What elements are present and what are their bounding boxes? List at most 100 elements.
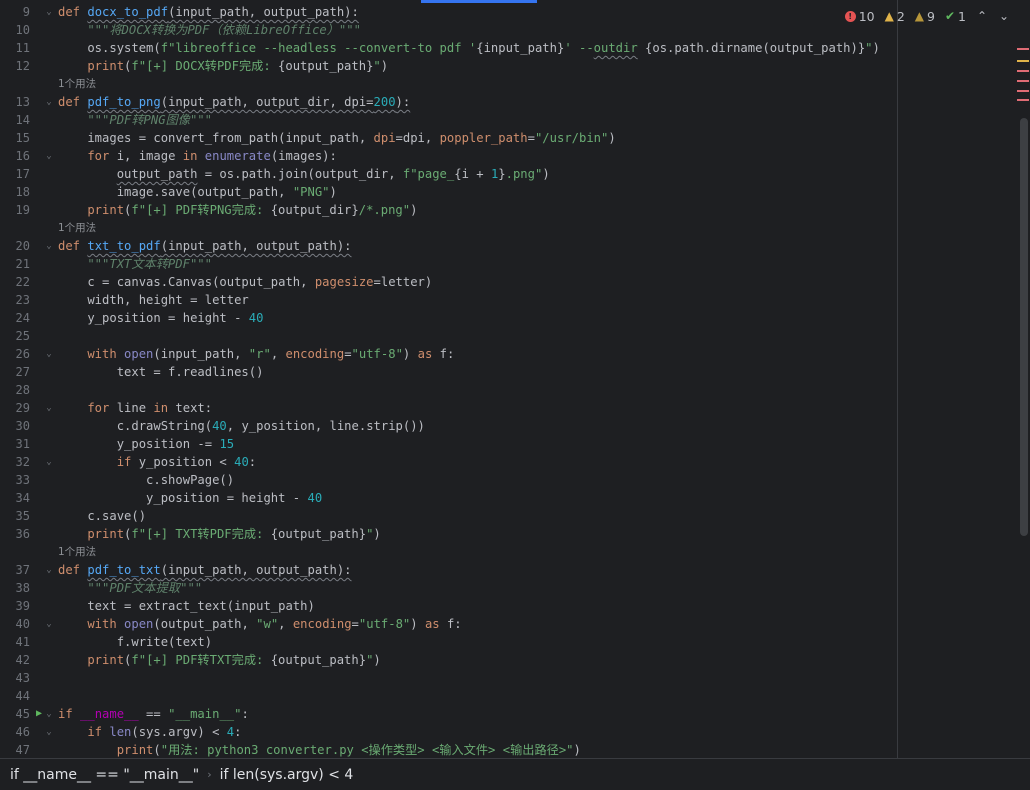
line-number[interactable]: 18 bbox=[0, 183, 30, 201]
line-number[interactable]: 43 bbox=[0, 669, 30, 687]
fold-chevron-icon[interactable]: ⌄ bbox=[44, 615, 54, 633]
code-line[interactable]: def txt_to_pdf(input_path, output_path): bbox=[58, 237, 352, 255]
line-number[interactable]: 36 bbox=[0, 525, 30, 543]
line-number[interactable]: 44 bbox=[0, 687, 30, 705]
usage-hint[interactable]: 1个用法 bbox=[58, 75, 96, 93]
line-number[interactable]: 28 bbox=[0, 381, 30, 399]
code-line[interactable]: y_position = height - 40 bbox=[58, 489, 322, 507]
line-number[interactable]: 20 bbox=[0, 237, 30, 255]
line-number[interactable]: 47 bbox=[0, 741, 30, 759]
error-marker[interactable] bbox=[1017, 80, 1029, 82]
line-number[interactable]: 40 bbox=[0, 615, 30, 633]
code-line[interactable]: """TXT文本转PDF""" bbox=[58, 255, 212, 273]
error-marker[interactable] bbox=[1017, 90, 1029, 92]
line-number[interactable]: 21 bbox=[0, 255, 30, 273]
code-line[interactable]: print(f"[+] PDF转TXT完成: {output_path}") bbox=[58, 651, 380, 669]
code-editor[interactable]: def docx_to_pdf(input_path, output_path)… bbox=[58, 0, 898, 758]
chevron-up-icon[interactable]: ⌃ bbox=[976, 9, 988, 23]
code-line[interactable]: print(f"[+] DOCX转PDF完成: {output_path}") bbox=[58, 57, 388, 75]
code-line[interactable]: width, height = letter bbox=[58, 291, 248, 309]
line-number[interactable]: 9 bbox=[0, 3, 30, 21]
breadcrumb-item[interactable]: if __name__ == "__main__" bbox=[10, 767, 199, 783]
code-line[interactable]: print(f"[+] TXT转PDF完成: {output_path}") bbox=[58, 525, 380, 543]
line-number[interactable]: 16 bbox=[0, 147, 30, 165]
line-number[interactable]: 25 bbox=[0, 327, 30, 345]
code-line[interactable]: output_path = os.path.join(output_dir, f… bbox=[58, 165, 550, 183]
code-line[interactable]: y_position -= 15 bbox=[58, 435, 234, 453]
line-number[interactable]: 35 bbox=[0, 507, 30, 525]
code-line[interactable]: y_position = height - 40 bbox=[58, 309, 263, 327]
fold-chevron-icon[interactable]: ⌄ bbox=[44, 147, 54, 165]
fold-chevron-icon[interactable]: ⌄ bbox=[44, 453, 54, 471]
fold-chevron-icon[interactable]: ⌄ bbox=[44, 237, 54, 255]
code-line[interactable]: c.showPage() bbox=[58, 471, 234, 489]
code-line[interactable]: with open(input_path, "r", encoding="utf… bbox=[58, 345, 454, 363]
line-number[interactable]: 26 bbox=[0, 345, 30, 363]
code-line[interactable]: def docx_to_pdf(input_path, output_path)… bbox=[58, 3, 359, 21]
inspection-widget[interactable]: ! 10 ▲ 2 ▲ 9 ✔ 1 ⌃ ⌄ bbox=[844, 7, 1010, 25]
warning-marker[interactable] bbox=[1017, 60, 1029, 62]
code-line[interactable]: for line in text: bbox=[58, 399, 212, 417]
line-number[interactable]: 29 bbox=[0, 399, 30, 417]
line-number-gutter[interactable]: 9 ⌄ 10 11 12 13 ⌄ 14 15 16 ⌄ 17 18 19 20 ⌄ 21 22 23 24 25 26 ⌄… bbox=[0, 0, 58, 758]
code-line[interactable]: def pdf_to_png(input_path, output_dir, d… bbox=[58, 93, 410, 111]
code-line[interactable]: if y_position < 40: bbox=[58, 453, 256, 471]
code-line[interactable]: print("用法: python3 converter.py <操作类型> <… bbox=[58, 741, 581, 758]
line-number[interactable]: 41 bbox=[0, 633, 30, 651]
code-line[interactable]: c = canvas.Canvas(output_path, pagesize=… bbox=[58, 273, 432, 291]
code-line[interactable]: if len(sys.argv) < 4: bbox=[58, 723, 241, 741]
code-line[interactable]: for i, image in enumerate(images): bbox=[58, 147, 337, 165]
breadcrumb-item[interactable]: if len(sys.argv) < 4 bbox=[220, 767, 354, 783]
errors-indicator[interactable]: ! 10 bbox=[844, 9, 875, 24]
line-number[interactable]: 45 bbox=[0, 705, 30, 723]
line-number[interactable]: 13 bbox=[0, 93, 30, 111]
line-number[interactable]: 24 bbox=[0, 309, 30, 327]
usage-hint[interactable]: 1个用法 bbox=[58, 219, 96, 237]
fold-chevron-icon[interactable]: ⌄ bbox=[44, 399, 54, 417]
line-number[interactable]: 38 bbox=[0, 579, 30, 597]
fold-chevron-icon[interactable]: ⌄ bbox=[44, 345, 54, 363]
code-line[interactable]: with open(output_path, "w", encoding="ut… bbox=[58, 615, 461, 633]
code-line[interactable]: os.system(f"libreoffice --headless --con… bbox=[58, 39, 880, 57]
code-line[interactable]: def pdf_to_txt(input_path, output_path): bbox=[58, 561, 352, 579]
code-line[interactable]: text = f.readlines() bbox=[58, 363, 264, 381]
code-line[interactable]: if __name__ == "__main__": bbox=[58, 705, 249, 723]
weak-warnings-indicator[interactable]: ▲ 9 bbox=[915, 9, 935, 24]
line-number[interactable]: 14 bbox=[0, 111, 30, 129]
line-number[interactable]: 27 bbox=[0, 363, 30, 381]
line-number[interactable]: 30 bbox=[0, 417, 30, 435]
code-line[interactable]: images = convert_from_path(input_path, d… bbox=[58, 129, 615, 147]
error-marker[interactable] bbox=[1017, 70, 1029, 72]
error-marker[interactable] bbox=[1017, 99, 1029, 101]
run-icon[interactable]: ▶ bbox=[36, 705, 46, 723]
line-number[interactable]: 17 bbox=[0, 165, 30, 183]
line-number[interactable]: 37 bbox=[0, 561, 30, 579]
code-line[interactable]: text = extract_text(input_path) bbox=[58, 597, 314, 615]
warnings-indicator[interactable]: ▲ 2 bbox=[885, 9, 905, 24]
scrollbar-thumb[interactable] bbox=[1020, 118, 1028, 536]
usage-hint[interactable]: 1个用法 bbox=[58, 543, 96, 561]
chevron-down-icon[interactable]: ⌄ bbox=[998, 9, 1010, 23]
line-number[interactable]: 10 bbox=[0, 21, 30, 39]
fold-chevron-icon[interactable]: ⌄ bbox=[44, 723, 54, 741]
line-number[interactable]: 12 bbox=[0, 57, 30, 75]
code-line[interactable]: """PDF文本提取""" bbox=[58, 579, 202, 597]
line-number[interactable]: 32 bbox=[0, 453, 30, 471]
line-number[interactable]: 31 bbox=[0, 435, 30, 453]
code-line[interactable]: print(f"[+] PDF转PNG完成: {output_dir}/*.pn… bbox=[58, 201, 417, 219]
line-number[interactable]: 39 bbox=[0, 597, 30, 615]
vertical-scrollbar[interactable] bbox=[1016, 0, 1030, 758]
line-number[interactable]: 22 bbox=[0, 273, 30, 291]
fold-chevron-icon[interactable]: ⌄ bbox=[44, 93, 54, 111]
fold-chevron-icon[interactable]: ⌄ bbox=[44, 561, 54, 579]
line-number[interactable]: 46 bbox=[0, 723, 30, 741]
code-line[interactable]: """PDF转PNG图像""" bbox=[58, 111, 212, 129]
line-number[interactable]: 33 bbox=[0, 471, 30, 489]
error-marker[interactable] bbox=[1017, 48, 1029, 50]
code-line[interactable]: c.save() bbox=[58, 507, 146, 525]
code-line[interactable]: """将DOCX转换为PDF（依赖LibreOffice）""" bbox=[58, 21, 361, 39]
code-line[interactable]: image.save(output_path, "PNG") bbox=[58, 183, 337, 201]
code-line[interactable]: f.write(text) bbox=[58, 633, 212, 651]
line-number[interactable]: 19 bbox=[0, 201, 30, 219]
code-line[interactable]: c.drawString(40, y_position, line.strip(… bbox=[58, 417, 425, 435]
